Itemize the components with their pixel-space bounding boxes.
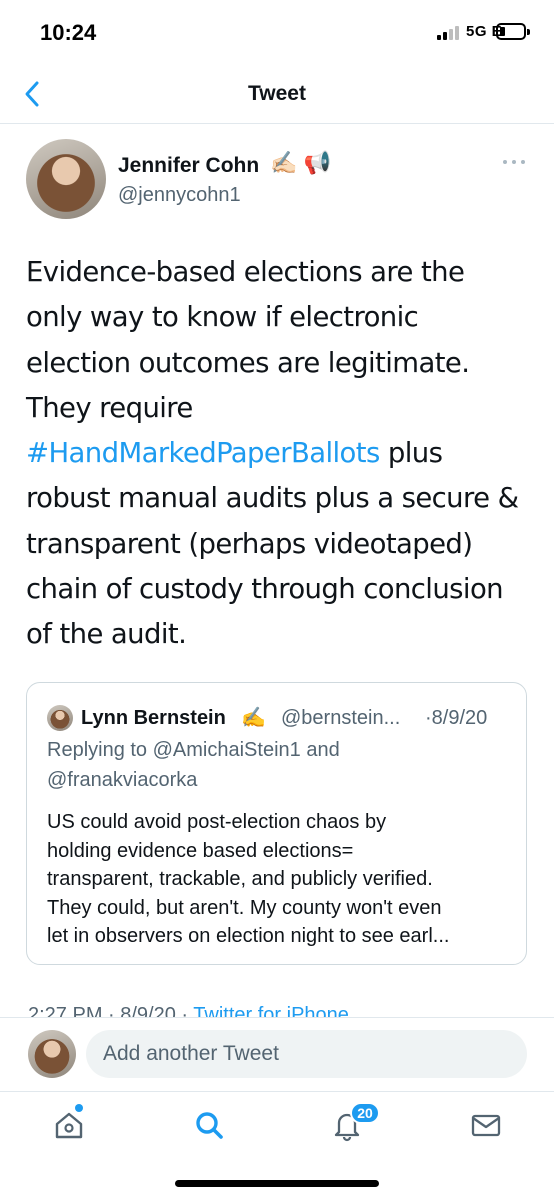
status-time: 10:24 (40, 20, 97, 45)
tweet-line-hashtag: #HandMarkedPaperBallots plus (26, 431, 536, 476)
quoted-author-avatar (47, 705, 73, 731)
quoted-text: US could avoid post-election chaos by ho… (47, 808, 517, 951)
tweet-line: chain of custody through conclusion (26, 573, 504, 606)
battery-icon (496, 23, 530, 40)
replying-to: Replying to @AmichaiStein1 and (47, 739, 340, 761)
quoted-author-name: Lynn Bernstein (81, 707, 226, 729)
status-bar: 10:24 5G E (0, 0, 554, 64)
tab-search[interactable] (192, 1108, 226, 1142)
tweet-line-fragment: plus (387, 437, 443, 470)
tab-home[interactable] (52, 1108, 86, 1142)
reply-input[interactable]: Add another Tweet (86, 1030, 527, 1078)
tweet-line: They require (26, 391, 193, 424)
quoted-line: holding evidence based elections= (47, 839, 354, 862)
page-title: Tweet (248, 82, 306, 105)
notification-badge: 20 (350, 1102, 380, 1124)
tweet-meta: 2:27 PM · 8/9/20 · Twitter for iPhone (28, 1000, 349, 1018)
quoted-author-emoji: ✍️ (241, 707, 266, 729)
author-name[interactable]: Jennifer Cohn (118, 154, 259, 178)
tweet-text: Evidence-based elections are the only wa… (26, 250, 536, 658)
replying-to: @franakviacorka (47, 769, 198, 791)
quoted-line: transparent, trackable, and publicly ver… (47, 868, 433, 890)
mail-icon (471, 1114, 501, 1137)
tweet-line: only way to know if electronic (26, 301, 419, 334)
author-handle[interactable]: @jennycohn1 (118, 184, 241, 207)
more-icon (503, 160, 507, 164)
tweet-timestamp: 2:27 PM · 8/9/20 · (28, 1004, 194, 1018)
home-indicator (175, 1180, 379, 1187)
quoted-tweet[interactable]: Lynn Bernstein ✍️ @bernstein... ·8/9/20 … (26, 682, 527, 965)
tweet-line: robust manual audits plus a secure & (26, 482, 519, 515)
home-icon (55, 1112, 83, 1139)
quoted-line: They could, but aren't. My county won't … (47, 896, 442, 919)
signal-icon (437, 26, 463, 40)
quoted-author-handle: @bernstein... (281, 707, 401, 729)
tab-messages[interactable] (469, 1108, 503, 1142)
reply-composer: Add another Tweet (0, 1017, 554, 1091)
tweet-line: of the audit. (26, 618, 187, 651)
tweet-client-link[interactable]: Twitter for iPhone (193, 1004, 349, 1018)
unread-dot (75, 1104, 83, 1112)
tweet-line: Evidence-based elections are the (26, 256, 465, 288)
quoted-line: US could avoid post-election chaos by (47, 811, 387, 833)
author-emoji: ✍🏻 📢 (270, 150, 331, 175)
quoted-date: ·8/9/20 (425, 707, 488, 729)
more-button[interactable] (503, 154, 525, 168)
author-avatar[interactable] (26, 139, 106, 219)
tweet-line: election outcomes are legitimate. (26, 346, 470, 379)
quoted-line: let in observers on election night to se… (47, 925, 450, 947)
user-avatar[interactable] (28, 1030, 76, 1078)
search-icon (196, 1112, 223, 1139)
tweet-line: transparent (perhaps videotaped) (26, 527, 473, 560)
nav-header: Tweet (0, 64, 554, 124)
hashtag-link[interactable]: #HandMarkedPaperBallots (26, 437, 380, 469)
